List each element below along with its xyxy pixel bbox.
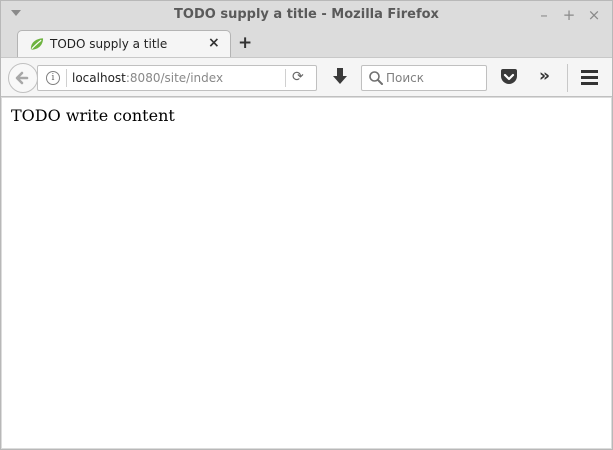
- back-arrow-icon: [15, 71, 29, 85]
- page-body-text: TODO write content: [11, 106, 175, 125]
- search-icon: [369, 71, 383, 85]
- new-tab-button[interactable]: +: [238, 33, 252, 53]
- pocket-icon[interactable]: [499, 67, 519, 87]
- toolbar-separator: [567, 64, 568, 92]
- tab-label: TODO supply a title: [50, 37, 168, 51]
- back-button[interactable]: [8, 63, 38, 93]
- url-bar-divider: [66, 69, 67, 87]
- tab-close-icon[interactable]: ×: [208, 35, 220, 51]
- search-bar[interactable]: [361, 65, 487, 91]
- url-host: localhost: [72, 71, 126, 85]
- overflow-menu-icon[interactable]: »: [539, 66, 550, 86]
- url-path: :8080/site/index: [125, 71, 224, 85]
- page-content: TODO write content: [2, 98, 611, 448]
- spring-leaf-icon: [30, 38, 44, 50]
- search-input[interactable]: [386, 69, 482, 87]
- tab-strip: TODO supply a title × +: [1, 30, 612, 57]
- window-title: TODO supply a title - Mozilla Firefox: [174, 7, 439, 22]
- url-bar-divider-right: [285, 69, 286, 87]
- url-bar[interactable]: i localhost:8080/site/index ⟳: [37, 65, 317, 91]
- hamburger-menu-icon[interactable]: [581, 70, 598, 85]
- tab-todo[interactable]: TODO supply a title ×: [17, 30, 231, 57]
- download-icon[interactable]: [331, 66, 349, 88]
- browser-window: TODO supply a title - Mozilla Firefox – …: [0, 0, 613, 450]
- minimize-button[interactable]: –: [535, 6, 553, 24]
- site-info-icon[interactable]: i: [46, 71, 60, 85]
- close-window-button[interactable]: ×: [585, 6, 603, 24]
- title-bar[interactable]: TODO supply a title - Mozilla Firefox – …: [1, 1, 612, 30]
- reload-icon[interactable]: ⟳: [292, 69, 304, 85]
- url-text[interactable]: localhost:8080/site/index: [72, 71, 223, 85]
- navigation-toolbar: i localhost:8080/site/index ⟳ »: [1, 57, 612, 97]
- maximize-button[interactable]: +: [560, 6, 578, 24]
